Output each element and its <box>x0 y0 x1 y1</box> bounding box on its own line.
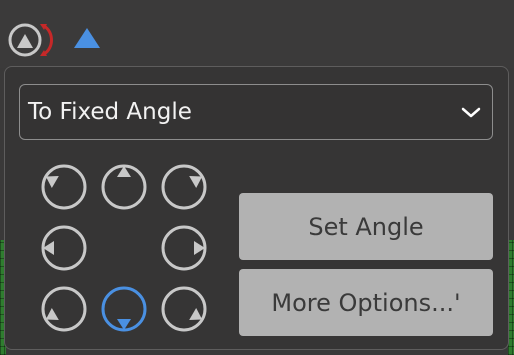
chevron-down-icon <box>461 107 481 118</box>
triangle-icon[interactable] <box>72 26 102 50</box>
rotation-mode-select[interactable]: To Fixed Angle <box>19 84 493 140</box>
angle-dial-bottom-right[interactable] <box>160 285 208 333</box>
angle-dial-right[interactable] <box>160 224 208 272</box>
angle-dial-bottom[interactable] <box>100 285 148 333</box>
angle-dial-top-right[interactable] <box>160 163 208 211</box>
more-options-button[interactable]: More Options...' <box>239 269 493 336</box>
rotate-icon[interactable] <box>6 20 60 60</box>
set-angle-button[interactable]: Set Angle <box>239 193 493 260</box>
angle-dial-top[interactable] <box>100 163 148 211</box>
angle-dial-bottom-left[interactable] <box>40 285 88 333</box>
rotation-mode-value: To Fixed Angle <box>28 99 192 125</box>
angle-dial-left[interactable] <box>40 224 88 272</box>
angle-dial-top-left[interactable] <box>40 163 88 211</box>
